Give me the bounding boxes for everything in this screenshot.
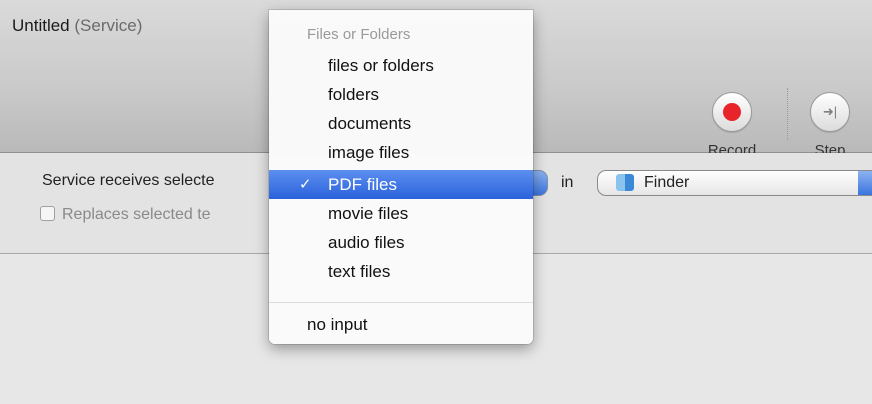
- menu-item-movie-files[interactable]: movie files: [269, 199, 533, 228]
- menu-item-image-files[interactable]: image files: [269, 138, 533, 167]
- window-title: Untitled (Service): [12, 16, 142, 36]
- record-icon: [712, 92, 752, 132]
- menu-item-text-files[interactable]: text files: [269, 257, 533, 286]
- menu-separator: [269, 302, 533, 303]
- window-title-name: Untitled: [12, 16, 70, 35]
- replaces-label: Replaces selected te: [62, 206, 211, 223]
- step-icon: ➜|: [810, 92, 850, 132]
- checkmark-icon: ✓: [299, 176, 312, 193]
- menu-item-no-input[interactable]: no input: [269, 310, 533, 339]
- finder-icon: [616, 174, 634, 191]
- menu-item-files-or-folders[interactable]: files or folders: [269, 51, 533, 80]
- application-popup-arrows[interactable]: [858, 171, 872, 195]
- application-popup[interactable]: Finder: [597, 170, 872, 196]
- window-title-suffix: (Service): [74, 16, 143, 35]
- record-button[interactable]: Record: [692, 92, 772, 159]
- menu-item-documents[interactable]: documents: [269, 109, 533, 138]
- toolbar-divider: [787, 88, 789, 140]
- menu-item-pdf-files[interactable]: ✓ PDF files: [269, 170, 533, 199]
- menu-item-folders[interactable]: folders: [269, 80, 533, 109]
- replaces-checkbox[interactable]: [40, 206, 55, 221]
- replaces-selected-text-option[interactable]: Replaces selected te: [40, 206, 211, 224]
- application-popup-value: Finder: [644, 174, 690, 191]
- service-receives-label: Service receives selecte: [42, 172, 215, 189]
- step-button[interactable]: ➜| Step: [800, 92, 860, 159]
- in-label: in: [561, 174, 574, 191]
- menu-header: Files or Folders: [307, 26, 411, 43]
- input-type-menu: Files or Folders files or folders folder…: [269, 10, 533, 344]
- menu-item-audio-files[interactable]: audio files: [269, 228, 533, 257]
